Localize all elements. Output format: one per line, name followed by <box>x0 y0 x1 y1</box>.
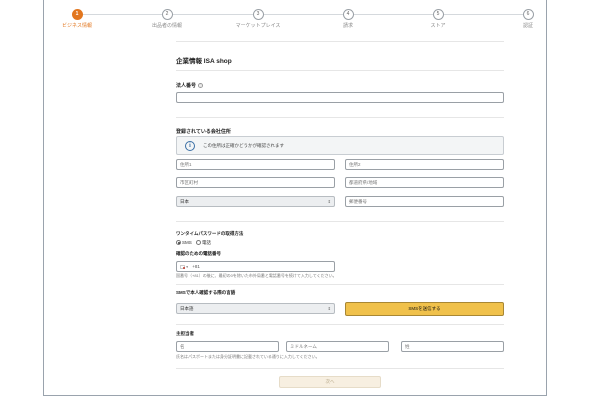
otp-method-radios: SMS 電話 <box>176 240 211 246</box>
step-number: 2 <box>161 9 173 20</box>
flag-dropdown-icon[interactable]: ▾ <box>186 265 188 269</box>
first-name-input[interactable] <box>176 341 279 352</box>
otp-phone-radio[interactable] <box>196 240 202 246</box>
japan-flag-icon[interactable] <box>180 265 185 269</box>
prefecture-input[interactable] <box>345 177 504 188</box>
corporate-number-input[interactable] <box>176 92 504 103</box>
divider <box>176 41 504 42</box>
phone-number-label: 確認のための電話番号 <box>176 251 221 256</box>
address-info-box: i この住所は正確かどうかが確認されます <box>176 136 504 155</box>
step-label: ビジネス情報 <box>61 23 92 29</box>
primary-contact-title: 主担当者 <box>176 331 194 336</box>
postal-code-input[interactable] <box>345 196 504 207</box>
step-marketplace[interactable]: 3 マーケットプレイス <box>223 9 293 29</box>
address-info-text: この住所は正確かどうかが確認されます <box>203 143 284 148</box>
step-number: 3 <box>252 9 264 20</box>
step-label: 出品者の情報 <box>151 23 182 29</box>
step-billing[interactable]: 4 請求 <box>313 9 383 29</box>
progress-stepper: 1 ビジネス情報 2 出品者の情報 3 マーケットプレイス 4 請求 5 ストア… <box>52 6 540 32</box>
step-number: 1 <box>71 9 83 20</box>
divider <box>176 221 504 222</box>
otp-option-sms[interactable]: SMS <box>182 240 192 245</box>
next-button[interactable]: 次へ <box>279 376 381 388</box>
sms-language-select[interactable]: 日本語 ⇕ <box>176 303 335 314</box>
step-seller-info[interactable]: 2 出品者の情報 <box>132 9 202 29</box>
select-caret-icon: ⇕ <box>327 306 331 311</box>
divider <box>176 324 504 325</box>
select-caret-icon: ⇕ <box>327 199 331 204</box>
step-store[interactable]: 5 ストア <box>403 9 473 29</box>
page-title: 企業情報 ISA shop <box>176 58 232 65</box>
step-number: 4 <box>342 9 354 20</box>
country-select[interactable]: 日本 ⇕ <box>176 196 335 207</box>
divider <box>176 368 504 369</box>
sms-language-title: SMSで本人確認する際の言語 <box>176 290 236 295</box>
step-label: マーケットプレイス <box>235 23 281 29</box>
send-sms-button[interactable]: SMSを送信する <box>345 302 504 316</box>
sms-language-value: 日本語 <box>180 306 194 311</box>
address1-input[interactable] <box>176 159 335 170</box>
phone-number-field[interactable]: ▾ +81 <box>176 261 335 272</box>
last-name-input[interactable] <box>401 341 504 352</box>
country-select-value: 日本 <box>180 199 189 204</box>
divider <box>176 117 504 118</box>
step-label: 請求 <box>342 23 353 29</box>
divider <box>176 284 504 285</box>
registered-address-title: 登録されている会社住所 <box>176 129 231 135</box>
country-code: +81 <box>192 264 200 269</box>
step-number: 6 <box>522 9 534 20</box>
step-business-info[interactable]: 1 ビジネス情報 <box>42 9 112 29</box>
help-icon[interactable]: ? <box>198 83 204 89</box>
otp-method-title: ワンタイムパスワードの取得方法 <box>176 231 244 236</box>
address2-input[interactable] <box>345 159 504 170</box>
step-number: 5 <box>432 9 444 20</box>
divider <box>176 70 504 71</box>
name-hint: 氏名はパスポートまたは身分証明書に記載されている通りに入力してください。 <box>176 354 320 359</box>
otp-sms-radio[interactable] <box>176 240 181 246</box>
phone-hint: 国番号（+81）の後に、最初の0を除いた市外局番と電話番号を続けて入力してくださ… <box>176 273 337 278</box>
corporate-number-label-text: 法人番号 <box>176 83 197 89</box>
step-label: 認証 <box>522 23 533 29</box>
otp-option-phone[interactable]: 電話 <box>202 240 211 245</box>
step-verification[interactable]: 6 認証 <box>493 9 563 29</box>
corporate-number-label: 法人番号? <box>176 82 204 89</box>
city-input[interactable] <box>176 177 335 188</box>
step-label: ストア <box>430 23 446 29</box>
info-icon: i <box>185 141 195 151</box>
middle-name-input[interactable] <box>286 341 389 352</box>
